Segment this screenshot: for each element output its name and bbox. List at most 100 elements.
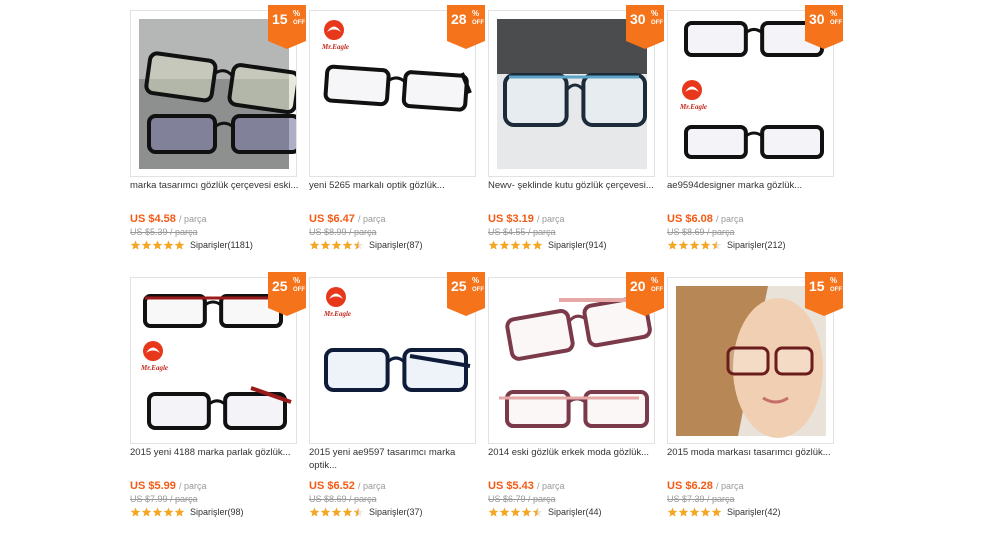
off-label: OFF	[293, 287, 305, 293]
product-card[interactable]: 20 % OFF 2014 eski gözlük erkek moda göz…	[488, 272, 664, 539]
star-fill	[130, 507, 141, 517]
price-value: US $6.47	[309, 213, 355, 225]
discount-badge: 28 % OFF	[447, 5, 485, 49]
rating-stars	[667, 507, 722, 517]
price: US $6.28 / parça	[667, 480, 743, 492]
price-unit: / parça	[178, 481, 207, 491]
star-fill	[163, 507, 174, 517]
discount-percent: 25	[451, 278, 467, 294]
price: US $6.08 / parça	[667, 213, 743, 225]
price: US $3.19 / parça	[488, 213, 564, 225]
percent-symbol: %	[472, 9, 480, 18]
price-value: US $5.43	[488, 480, 534, 492]
orders-link[interactable]: Siparişler(98)	[190, 507, 244, 517]
rating-stars	[667, 240, 722, 250]
discount-percent: 25	[272, 278, 288, 294]
star-fill	[700, 507, 711, 517]
product-title[interactable]: 2015 yeni 4188 marka parlak gözlük...	[130, 446, 300, 476]
product-row: 15 % OFF marka tasarımcı gözlük çerçeves…	[130, 5, 850, 272]
star-fill	[678, 507, 689, 517]
price-value: US $3.19	[488, 213, 534, 225]
product-title[interactable]: yeni 5265 markalı optik gözlük...	[309, 179, 479, 209]
off-label: OFF	[830, 20, 842, 26]
off-label: OFF	[651, 20, 663, 26]
orders-link[interactable]: Siparişler(914)	[548, 240, 607, 250]
discount-percent: 28	[451, 11, 467, 27]
percent-symbol: %	[651, 9, 659, 18]
discount-percent: 30	[630, 11, 646, 27]
svg-text:Mr.Eagle: Mr.Eagle	[140, 364, 168, 372]
star-fill	[320, 507, 331, 517]
product-title[interactable]: marka tasarımcı gözlük çerçevesi eski...	[130, 179, 300, 209]
percent-symbol: %	[293, 9, 301, 18]
star-fill	[342, 240, 353, 250]
price: US $4.58 / parça	[130, 213, 206, 225]
off-label: OFF	[651, 287, 663, 293]
star-fill	[532, 240, 543, 250]
star-fill	[174, 240, 185, 250]
star-fill	[711, 507, 722, 517]
star-fill	[152, 507, 163, 517]
discount-badge: 30 % OFF	[626, 5, 664, 49]
percent-symbol: %	[293, 276, 301, 285]
product-card[interactable]: Mr.Eagle 25 % OFF 2015 yeni 4188 marka p…	[130, 272, 306, 539]
discount-badge: 15 % OFF	[268, 5, 306, 49]
product-card[interactable]: 30 % OFF Newv- şeklinde kutu gözlük çerç…	[488, 5, 664, 272]
price: US $6.52 / parça	[309, 480, 385, 492]
original-price: US $6.79 / parça	[488, 494, 556, 504]
star-fill	[342, 507, 353, 517]
discount-percent: 20	[630, 278, 646, 294]
star-fill	[521, 507, 532, 517]
star-fill	[331, 507, 342, 517]
rating-stars	[488, 240, 543, 250]
product-card[interactable]: Mr.Eagle 25 % OFF 2015 yeni ae9597 tasar…	[309, 272, 485, 539]
rating-stars	[130, 240, 185, 250]
off-label: OFF	[472, 20, 484, 26]
original-price: US $7.99 / parça	[130, 494, 198, 504]
price-unit: / parça	[715, 481, 744, 491]
star-fill	[141, 507, 152, 517]
percent-symbol: %	[651, 276, 659, 285]
star-fill	[510, 240, 521, 250]
product-card[interactable]: 15 % OFF 2015 moda markası tasarımcı göz…	[667, 272, 843, 539]
orders-link[interactable]: Siparişler(1181)	[190, 240, 253, 250]
star-fill	[320, 240, 331, 250]
original-price: US $4.55 / parça	[488, 227, 556, 237]
product-card[interactable]: 15 % OFF marka tasarımcı gözlük çerçeves…	[130, 5, 306, 272]
orders-link[interactable]: Siparişler(37)	[369, 507, 423, 517]
rating-stars	[130, 507, 185, 517]
product-card[interactable]: Mr.Eagle 30 % OFF ae9594designer marka g…	[667, 5, 843, 272]
orders-link[interactable]: Siparişler(42)	[727, 507, 781, 517]
star-fill	[488, 240, 499, 250]
price-value: US $5.99	[130, 480, 176, 492]
product-title[interactable]: 2015 yeni ae9597 tasarımcı marka optik..…	[309, 446, 479, 476]
price: US $6.47 / parça	[309, 213, 385, 225]
off-label: OFF	[472, 287, 484, 293]
original-price: US $5.39 / parça	[130, 227, 198, 237]
star-fill	[700, 240, 711, 250]
product-card[interactable]: Mr.Eagle 28 % OFF yeni 5265 markalı opti…	[309, 5, 485, 272]
star-fill	[510, 507, 521, 517]
star-fill	[667, 240, 678, 250]
orders-link[interactable]: Siparişler(212)	[727, 240, 786, 250]
star-fill	[667, 507, 678, 517]
star-fill	[689, 240, 700, 250]
svg-text:Mr.Eagle: Mr.Eagle	[321, 43, 349, 51]
product-title[interactable]: 2014 eski gözlük erkek moda gözlük...	[488, 446, 658, 476]
percent-symbol: %	[472, 276, 480, 285]
discount-badge: 30 % OFF	[805, 5, 843, 49]
product-title[interactable]: ae9594designer marka gözlük...	[667, 179, 837, 209]
price-unit: / parça	[536, 214, 565, 224]
svg-text:Mr.Eagle: Mr.Eagle	[679, 103, 707, 111]
original-price: US $8.69 / parça	[667, 227, 735, 237]
star-fill	[678, 240, 689, 250]
orders-link[interactable]: Siparişler(44)	[548, 507, 602, 517]
price-value: US $4.58	[130, 213, 176, 225]
star-fill	[130, 240, 141, 250]
star-fill	[331, 240, 342, 250]
product-title[interactable]: 2015 moda markası tasarımcı gözlük...	[667, 446, 837, 476]
product-title[interactable]: Newv- şeklinde kutu gözlük çerçevesi...	[488, 179, 658, 209]
original-price: US $8.99 / parça	[309, 227, 377, 237]
percent-symbol: %	[830, 9, 838, 18]
orders-link[interactable]: Siparişler(87)	[369, 240, 423, 250]
